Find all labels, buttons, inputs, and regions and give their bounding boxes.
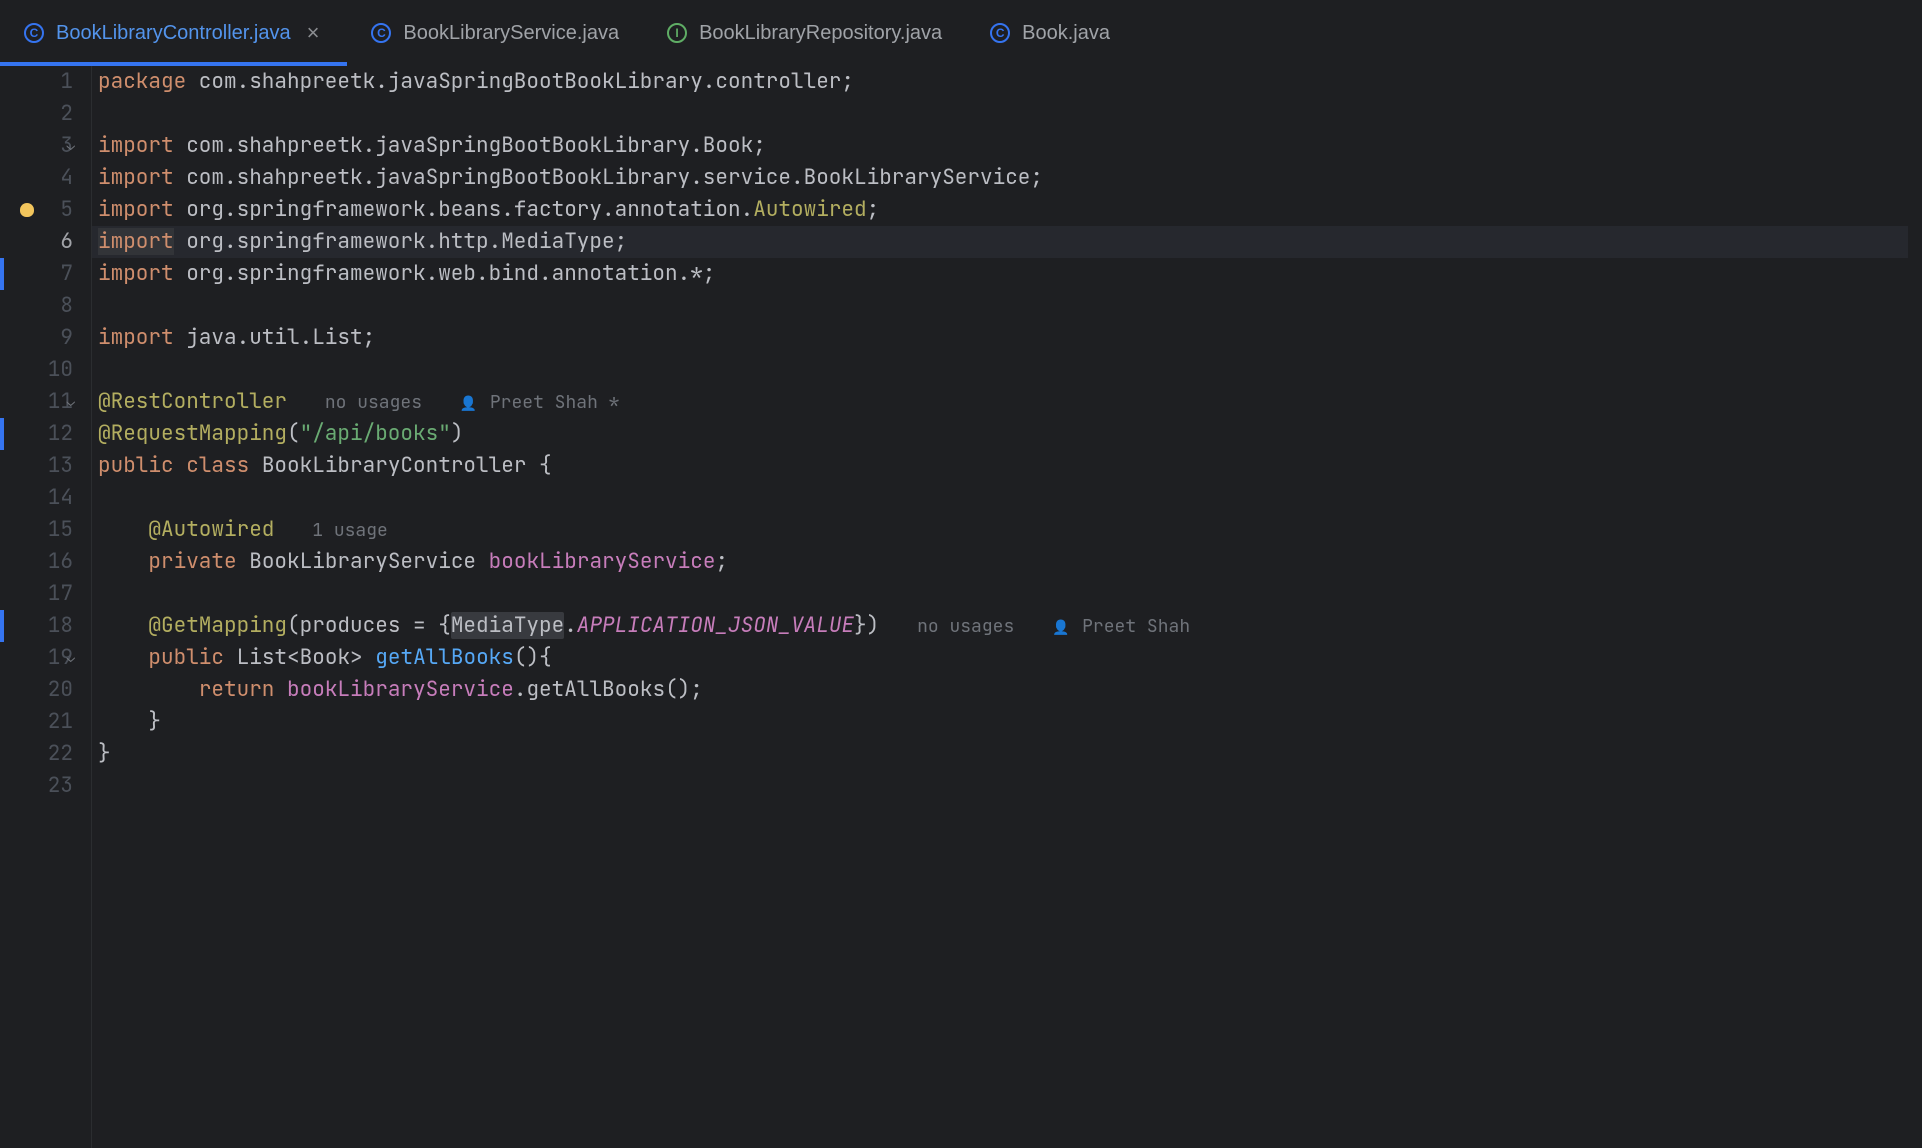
class-icon: C [24,23,44,43]
class-icon: C [371,23,391,43]
code-line-6[interactable]: import org.springframework.http.MediaTyp… [92,226,1922,258]
code-line-5[interactable]: import org.springframework.beans.factory… [98,194,1922,226]
code-line-10[interactable] [98,354,1922,386]
code-line-15[interactable]: @Autowired 1 usage [98,514,1922,546]
code-line-16[interactable]: private BookLibraryService bookLibrarySe… [98,546,1922,578]
line-number[interactable]: 12 [0,418,73,450]
author-icon: 👤 [460,395,477,413]
code-line-8[interactable] [98,290,1922,322]
line-number[interactable]: 7 [0,258,73,290]
author-hint[interactable]: Preet Shah * [490,391,620,414]
code-line-20[interactable]: return bookLibraryService.getAllBooks(); [98,674,1922,706]
code-line-23[interactable] [98,770,1922,802]
code-line-18[interactable]: @GetMapping(produces = {MediaType.APPLIC… [98,610,1922,642]
change-marker[interactable] [0,258,4,290]
line-number[interactable]: 10 [0,354,73,386]
code-line-1[interactable]: package com.shahpreetk.javaSpringBootBoo… [98,66,1922,98]
code-area[interactable]: package com.shahpreetk.javaSpringBootBoo… [92,66,1922,1148]
close-icon[interactable]: × [303,22,324,44]
line-number[interactable]: 14 [0,482,73,514]
line-number[interactable]: 2 [0,98,73,130]
line-number[interactable]: 13 [0,450,73,482]
line-number[interactable]: 18 [0,610,73,642]
line-number[interactable]: 20 [0,674,73,706]
code-line-11[interactable]: @RestController no usages 👤 Preet Shah * [98,386,1922,418]
interface-icon: I [667,23,687,43]
tab-label: BookLibraryRepository.java [699,22,942,45]
tab-label: BookLibraryController.java [56,22,291,45]
gutter: 123⌄4567891011⌄1213141516171819⌄20212223 [0,66,92,1148]
code-line-21[interactable]: } [98,706,1922,738]
right-margin [1908,66,1922,1148]
chevron-down-icon[interactable]: ⌄ [67,642,75,674]
tab-label: BookLibraryService.java [403,22,619,45]
change-marker[interactable] [0,418,4,450]
line-number[interactable]: 1 [0,66,73,98]
line-number[interactable]: 5 [0,194,73,226]
line-number[interactable]: 23 [0,770,73,802]
code-line-13[interactable]: public class BookLibraryController { [98,450,1922,482]
line-number[interactable]: 11⌄ [0,386,73,418]
code-line-3[interactable]: import com.shahpreetk.javaSpringBootBook… [98,130,1922,162]
author-hint[interactable]: Preet Shah [1082,615,1190,638]
code-line-19[interactable]: public List<Book> getAllBooks(){ [98,642,1922,674]
code-line-17[interactable] [98,578,1922,610]
code-line-2[interactable] [98,98,1922,130]
line-number[interactable]: 4 [0,162,73,194]
tab-book-library-service[interactable]: C BookLibraryService.java [347,0,643,66]
code-line-12[interactable]: @RequestMapping("/api/books") [98,418,1922,450]
line-number[interactable]: 16 [0,546,73,578]
chevron-down-icon[interactable]: ⌄ [67,386,75,418]
class-icon: C [990,23,1010,43]
line-number[interactable]: 19⌄ [0,642,73,674]
code-line-7[interactable]: import org.springframework.web.bind.anno… [98,258,1922,290]
line-number[interactable]: 3⌄ [0,130,73,162]
code-editor[interactable]: 123⌄4567891011⌄1213141516171819⌄20212223… [0,66,1922,1148]
usages-hint[interactable]: no usages [325,391,422,414]
code-line-9[interactable]: import java.util.List; [98,322,1922,354]
line-number[interactable]: 22 [0,738,73,770]
line-number[interactable]: 17 [0,578,73,610]
tab-book-library-repository[interactable]: I BookLibraryRepository.java [643,0,966,66]
lightbulb-icon[interactable] [20,203,34,217]
author-icon: 👤 [1052,619,1069,637]
line-number[interactable]: 21 [0,706,73,738]
tab-book[interactable]: C Book.java [966,0,1134,66]
tab-book-library-controller[interactable]: C BookLibraryController.java × [0,0,347,66]
usages-hint[interactable]: 1 usage [312,519,388,542]
line-number[interactable]: 15 [0,514,73,546]
change-marker[interactable] [0,610,4,642]
code-line-4[interactable]: import com.shahpreetk.javaSpringBootBook… [98,162,1922,194]
code-line-14[interactable] [98,482,1922,514]
chevron-down-icon[interactable]: ⌄ [67,130,75,162]
line-number[interactable]: 6 [0,226,73,258]
editor-tabs: C BookLibraryController.java × C BookLib… [0,0,1922,66]
line-number[interactable]: 9 [0,322,73,354]
code-line-22[interactable]: } [98,738,1922,770]
line-number[interactable]: 8 [0,290,73,322]
usages-hint[interactable]: no usages [917,615,1014,638]
tab-label: Book.java [1022,22,1110,45]
